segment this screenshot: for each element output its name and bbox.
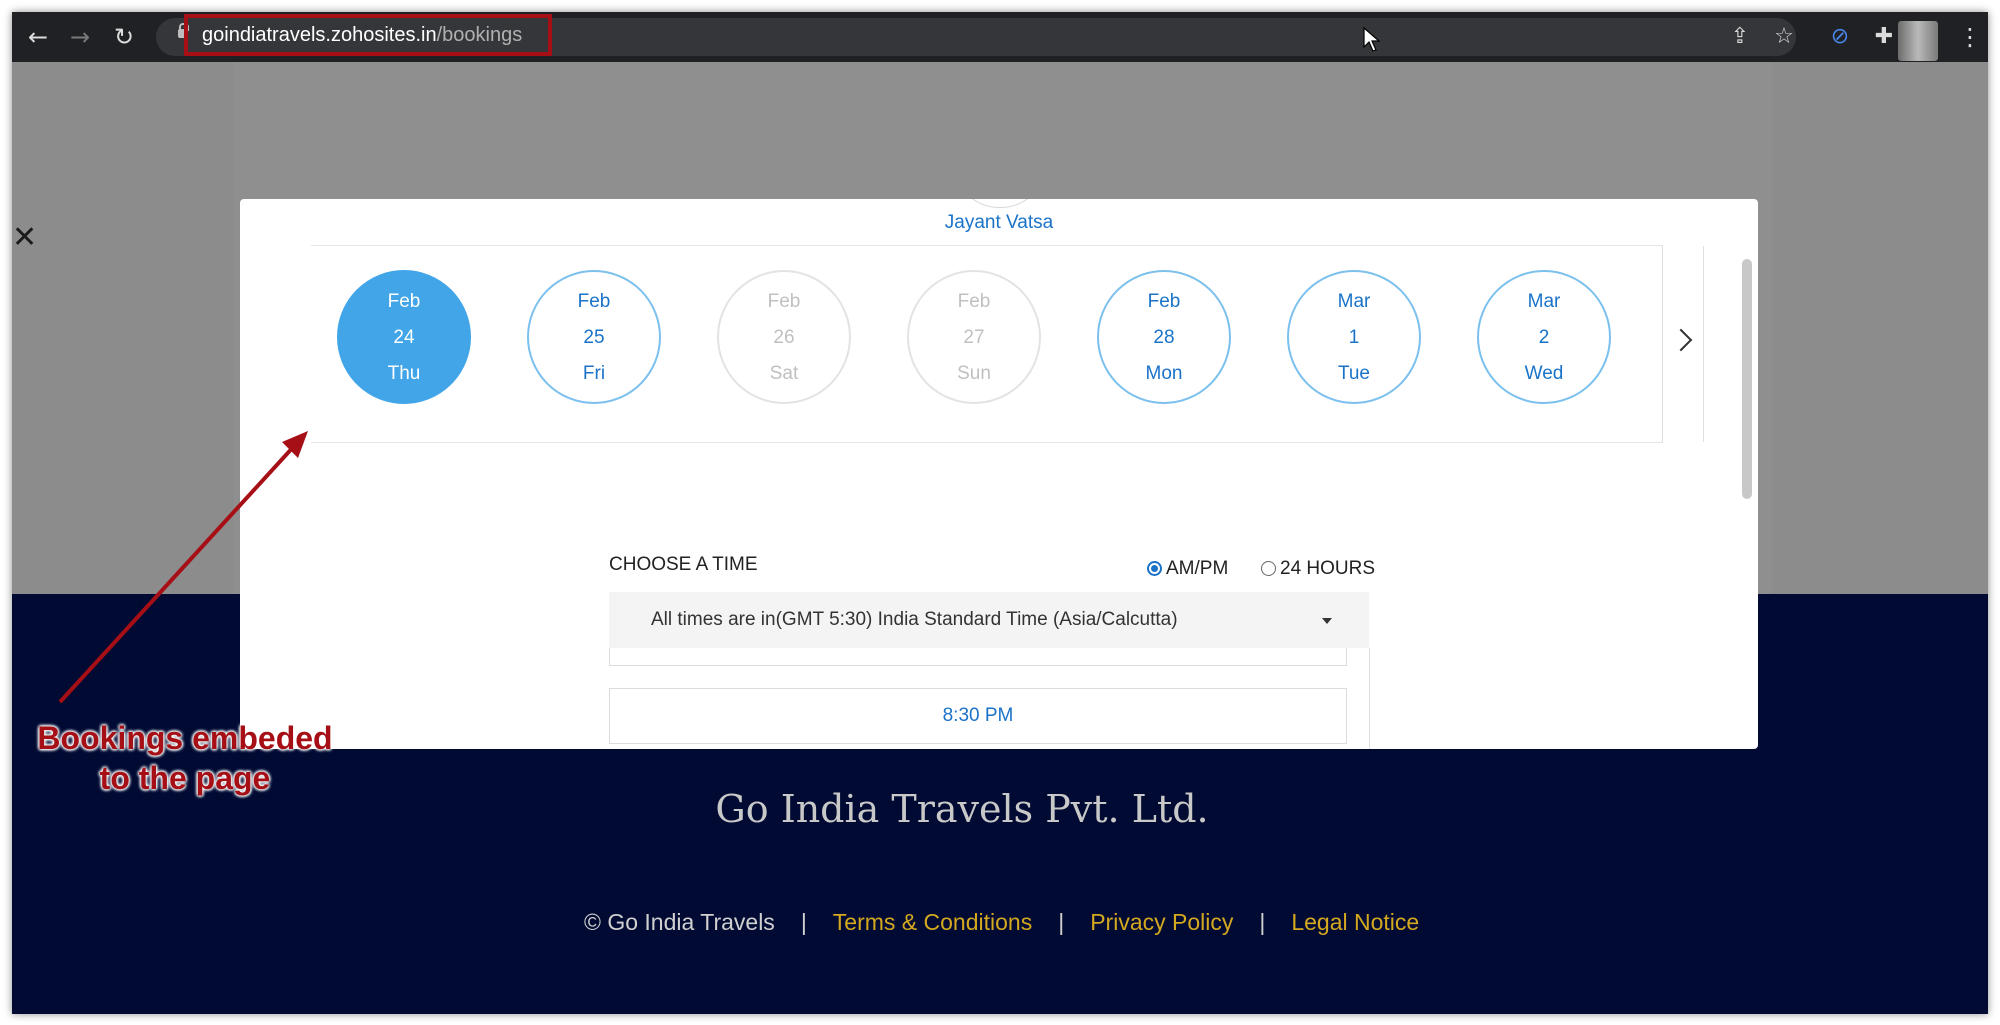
annotation-arrow <box>58 431 308 704</box>
annotation-line-2: to the page <box>99 760 271 796</box>
annotation-line-1: Bookings embeded <box>37 720 333 756</box>
annotation-arrow-line <box>58 442 298 704</box>
screenshot-frame: ← → ↻ goindiatravels.zohosites.in/bookin… <box>12 12 1988 1014</box>
mouse-cursor-icon <box>1363 27 1381 52</box>
annotation-label: Bookings embeded to the page <box>30 718 340 798</box>
